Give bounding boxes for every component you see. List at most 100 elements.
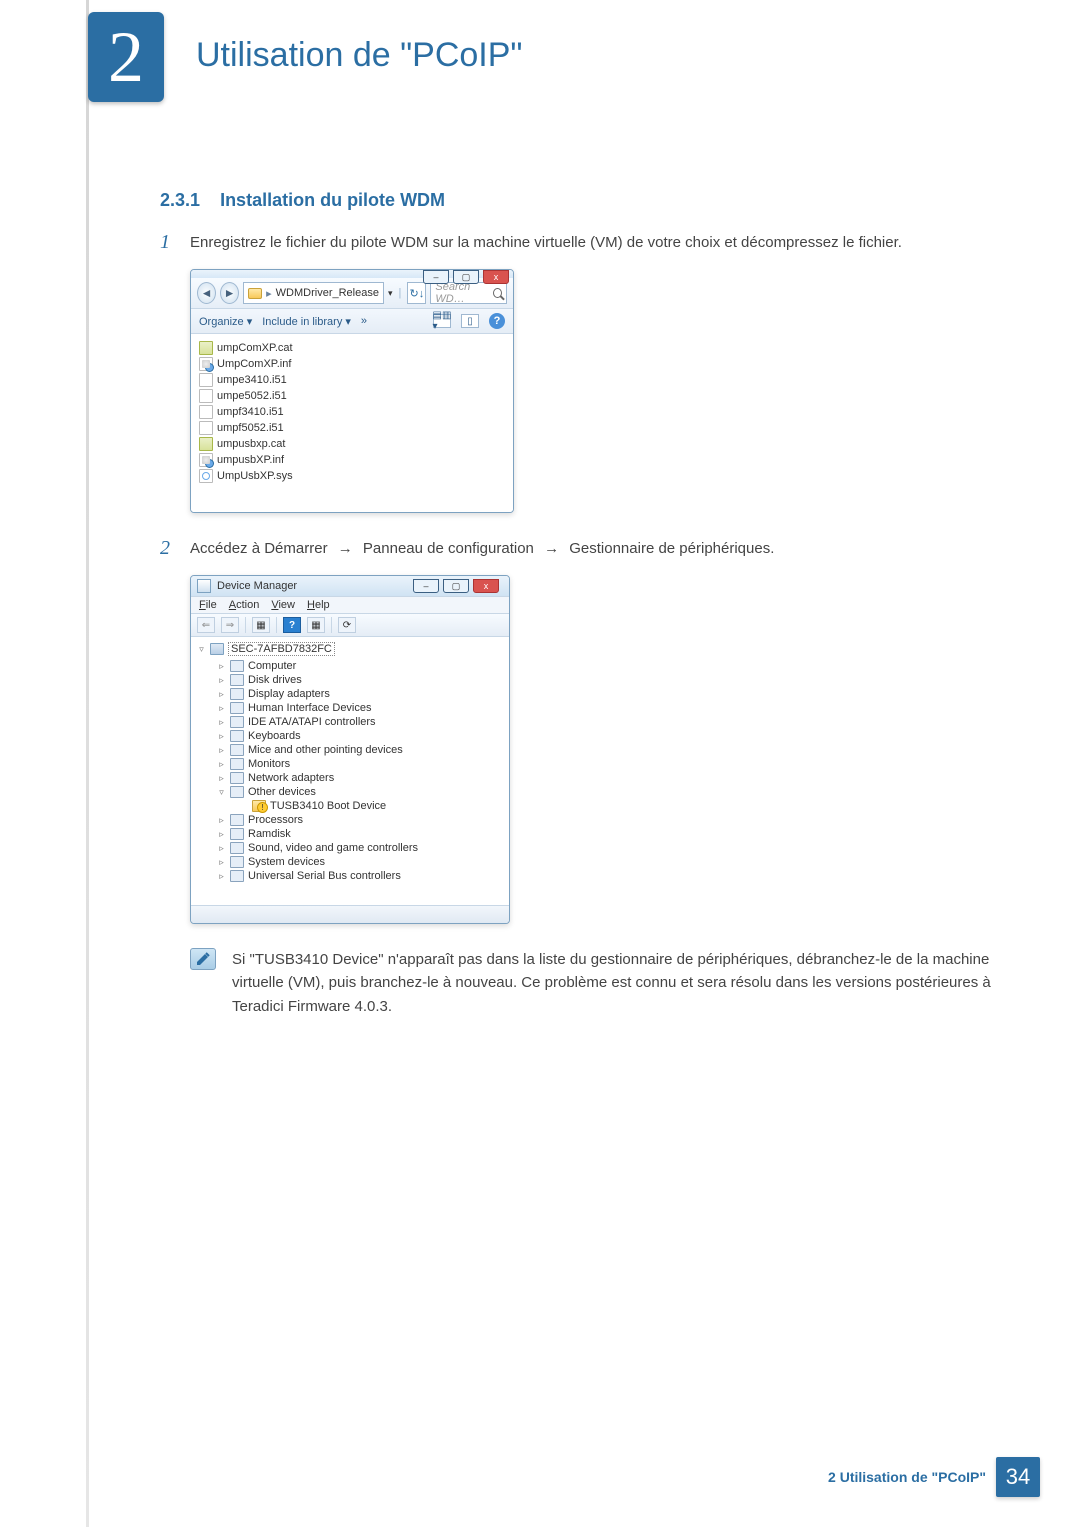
tree-expand-icon[interactable]: ▹ — [217, 858, 226, 867]
dm-tree-node[interactable]: ▹Sound, video and game controllers — [197, 841, 503, 855]
preview-pane-button[interactable]: ▯ — [461, 314, 479, 328]
dm-tree-node[interactable]: ▹Mice and other pointing devices — [197, 743, 503, 757]
dm-tree-node[interactable]: ▹ Computer — [197, 659, 503, 673]
dm-tree-node[interactable]: ▹ Monitors — [197, 757, 503, 771]
tree-expand-icon[interactable]: ▹ — [217, 830, 226, 839]
dm-tree-node[interactable]: ▹Human Interface Devices — [197, 701, 503, 715]
tree-expand-icon[interactable]: ▹ — [217, 704, 226, 713]
nav-separator: | — [396, 287, 403, 299]
step-text-pre: Accédez à — [190, 540, 264, 557]
refresh-button[interactable]: ↻↓ — [407, 282, 426, 304]
tree-collapse-icon[interactable]: ▿ — [217, 788, 226, 797]
tree-expand-icon[interactable]: ▹ — [217, 844, 226, 853]
device-category-icon — [230, 828, 244, 840]
file-name: UmpComXP.inf — [217, 358, 291, 370]
tree-collapse-icon[interactable]: ▿ — [197, 645, 206, 654]
dm-tb-icon[interactable]: ▦ — [252, 617, 270, 633]
file-item[interactable]: UmpUsbXP.sys — [199, 468, 505, 484]
dm-tree-node[interactable]: ▹Universal Serial Bus controllers — [197, 869, 503, 883]
tree-expand-icon[interactable]: ▹ — [217, 816, 226, 825]
file-name: umpComXP.cat — [217, 342, 293, 354]
file-item[interactable]: umpe5052.i51 — [199, 388, 505, 404]
tree-expand-icon[interactable]: ▹ — [217, 872, 226, 881]
dm-tree-node[interactable]: ▹ IDE ATA/ATAPI controllers — [197, 715, 503, 729]
file-icon — [199, 373, 213, 387]
views-button[interactable]: ▤▥ ▾ — [433, 314, 451, 328]
file-item[interactable]: umpusbxp.cat — [199, 436, 505, 452]
dm-tree-node[interactable]: ▹Network adapters — [197, 771, 503, 785]
menu-help[interactable]: Help — [307, 599, 330, 611]
dm-tree-node[interactable]: ▹Disk drives — [197, 673, 503, 687]
tree-expand-icon[interactable]: ▹ — [217, 690, 226, 699]
dm-tree-node[interactable]: ▹ Processors — [197, 813, 503, 827]
dm-tree-node[interactable]: ▹Ramdisk — [197, 827, 503, 841]
dm-tb-icon[interactable]: ▦ — [307, 617, 325, 633]
file-item[interactable]: umpComXP.cat — [199, 340, 505, 356]
minimize-button[interactable]: – — [413, 579, 439, 593]
menu-view[interactable]: View — [271, 599, 295, 611]
nav-forward-button[interactable]: ► — [220, 282, 239, 304]
tree-expand-icon[interactable]: ▹ — [217, 718, 226, 727]
file-item[interactable]: umpusbXP.inf — [199, 452, 505, 468]
dm-tree-root[interactable]: ▿ SEC-7AFBD7832FC — [197, 641, 503, 659]
help-icon[interactable]: ? — [489, 313, 505, 329]
dm-tree-node[interactable]: ▹Keyboards — [197, 729, 503, 743]
arrow-icon: → — [538, 540, 565, 557]
tree-expand-icon[interactable]: ▹ — [217, 774, 226, 783]
tree-expand-icon[interactable]: ▹ — [217, 746, 226, 755]
step-text-b: Panneau de configuration — [363, 540, 534, 557]
section-title: Installation du pilote WDM — [220, 190, 445, 210]
minimize-button[interactable]: – — [423, 270, 449, 284]
dm-tree-leaf[interactable]: TUSB3410 Boot Device — [197, 799, 503, 813]
file-icon — [199, 357, 213, 371]
tree-expand-icon[interactable]: ▹ — [217, 662, 226, 671]
menu-file[interactable]: File — [199, 599, 217, 611]
file-item[interactable]: UmpComXP.inf — [199, 356, 505, 372]
dm-help-icon[interactable]: ? — [283, 617, 301, 633]
dm-tree-node[interactable]: ▹System devices — [197, 855, 503, 869]
dm-node-label: Monitors — [248, 758, 290, 770]
toolbar-separator — [245, 617, 246, 633]
explorer-titlebar: – ▢ x — [191, 270, 513, 278]
toolbar-overflow-button[interactable]: » — [361, 315, 367, 327]
toolbar-separator — [276, 617, 277, 633]
include-in-library-button[interactable]: Include in library ▾ — [262, 315, 351, 328]
device-category-icon — [230, 730, 244, 742]
close-button[interactable]: x — [483, 270, 509, 284]
file-item[interactable]: umpf3410.i51 — [199, 404, 505, 420]
file-name: umpf3410.i51 — [217, 406, 284, 418]
device-category-icon — [230, 814, 244, 826]
maximize-button[interactable]: ▢ — [443, 579, 469, 593]
nav-back-button[interactable]: ◄ — [197, 282, 216, 304]
dm-tree-node[interactable]: ▹Display adapters — [197, 687, 503, 701]
footer-chapter-label: 2 Utilisation de "PCoIP" — [828, 1469, 986, 1485]
dm-tree-node[interactable]: ▿Other devices — [197, 785, 503, 799]
tree-expand-icon[interactable]: ▹ — [217, 760, 226, 769]
dm-node-label: IDE ATA/ATAPI controllers — [248, 716, 376, 728]
device-manager-screenshot: Device Manager – ▢ x File Action View He… — [190, 575, 1000, 924]
tree-expand-icon[interactable]: ▹ — [217, 732, 226, 741]
maximize-button[interactable]: ▢ — [453, 270, 479, 284]
dm-node-label: Computer — [248, 660, 296, 672]
menu-action[interactable]: Action — [229, 599, 260, 611]
computer-icon — [210, 643, 224, 655]
file-item[interactable]: umpf5052.i51 — [199, 420, 505, 436]
file-icon — [199, 421, 213, 435]
close-button[interactable]: x — [473, 579, 499, 593]
dm-node-label: Processors — [248, 814, 303, 826]
step-2: 2 Accédez à Démarrer → Panneau de config… — [160, 537, 1000, 561]
dm-app-icon — [197, 579, 211, 593]
dm-nav-forward[interactable]: ⇒ — [221, 617, 239, 633]
tree-expand-icon[interactable]: ▹ — [217, 676, 226, 685]
menu-file-rest: ile — [206, 599, 217, 611]
file-icon — [199, 453, 213, 467]
file-item[interactable]: umpe3410.i51 — [199, 372, 505, 388]
breadcrumb[interactable]: ▸ WDMDriver_Release — [243, 282, 384, 304]
dm-nav-back[interactable]: ⇐ — [197, 617, 215, 633]
search-input[interactable]: Search WD… — [430, 282, 507, 304]
window-buttons: – ▢ x — [413, 579, 503, 593]
breadcrumb-dropdown[interactable]: ▾ — [388, 288, 393, 299]
dm-status-bar — [191, 905, 509, 923]
organize-button[interactable]: Organize ▾ — [199, 315, 252, 328]
dm-tb-icon[interactable]: ⟳ — [338, 617, 356, 633]
